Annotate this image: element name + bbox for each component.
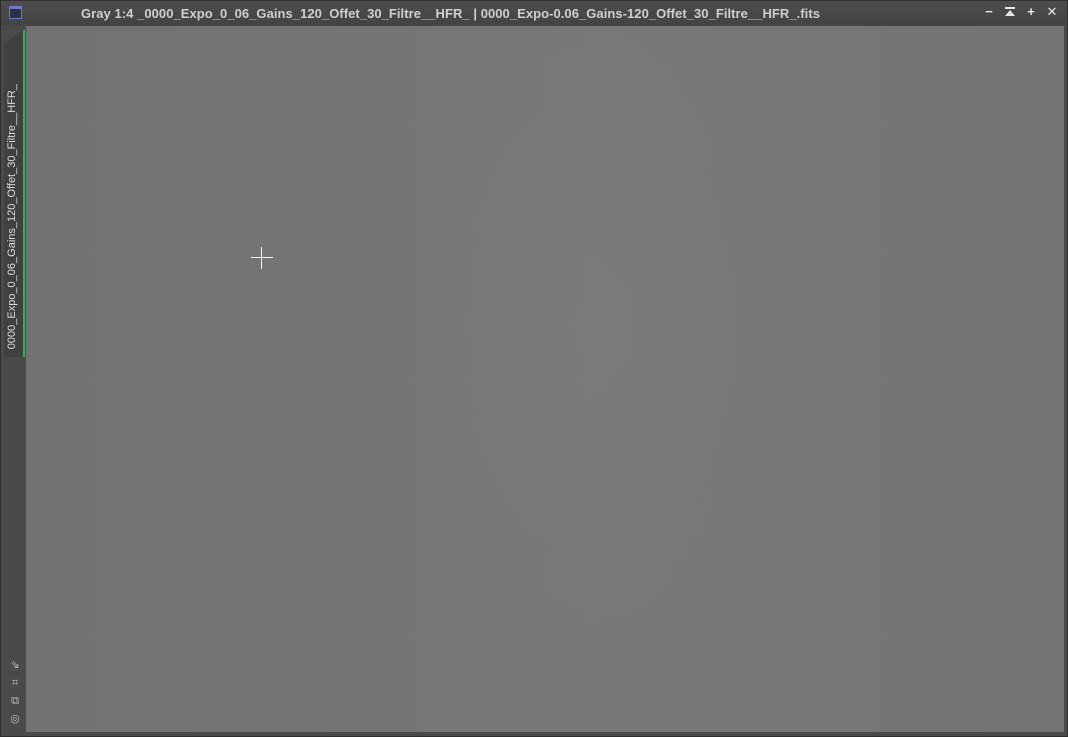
clone-view-icon[interactable]: ⧉ — [9, 695, 21, 707]
zoom-fit-icon[interactable]: ⌗ — [9, 677, 21, 689]
window-bottom-border[interactable] — [1, 732, 1067, 736]
image-canvas[interactable] — [26, 26, 1064, 732]
close-icon[interactable]: ✕ — [1044, 4, 1060, 20]
window-menu-icon[interactable] — [9, 6, 22, 19]
crosshair-icon — [251, 247, 273, 269]
shade-icon[interactable] — [1002, 4, 1018, 20]
fit-arrow-icon[interactable]: ⇘ — [9, 659, 21, 671]
window-title: Gray 1:4 _0000_Expo_0_06_Gains_120_Offet… — [81, 6, 820, 21]
view-sidebar: 0000_Expo_0_06_Gains_120_Offet_30_Filtre… — [1, 25, 26, 736]
target-icon[interactable]: ◎ — [9, 713, 21, 725]
shade-glyph — [1005, 7, 1015, 16]
view-identifier-label: 0000_Expo_0_06_Gains_120_Offet_30_Filtre… — [6, 83, 18, 349]
image-window: Gray 1:4 _0000_Expo_0_06_Gains_120_Offet… — [0, 0, 1068, 737]
window-right-border[interactable] — [1064, 25, 1067, 736]
maximize-icon[interactable]: + — [1023, 4, 1039, 20]
minimize-icon[interactable]: − — [981, 4, 997, 20]
title-bar[interactable]: Gray 1:4 _0000_Expo_0_06_Gains_120_Offet… — [1, 1, 1067, 25]
view-identifier-tab[interactable]: 0000_Expo_0_06_Gains_120_Offet_30_Filtre… — [4, 29, 25, 357]
